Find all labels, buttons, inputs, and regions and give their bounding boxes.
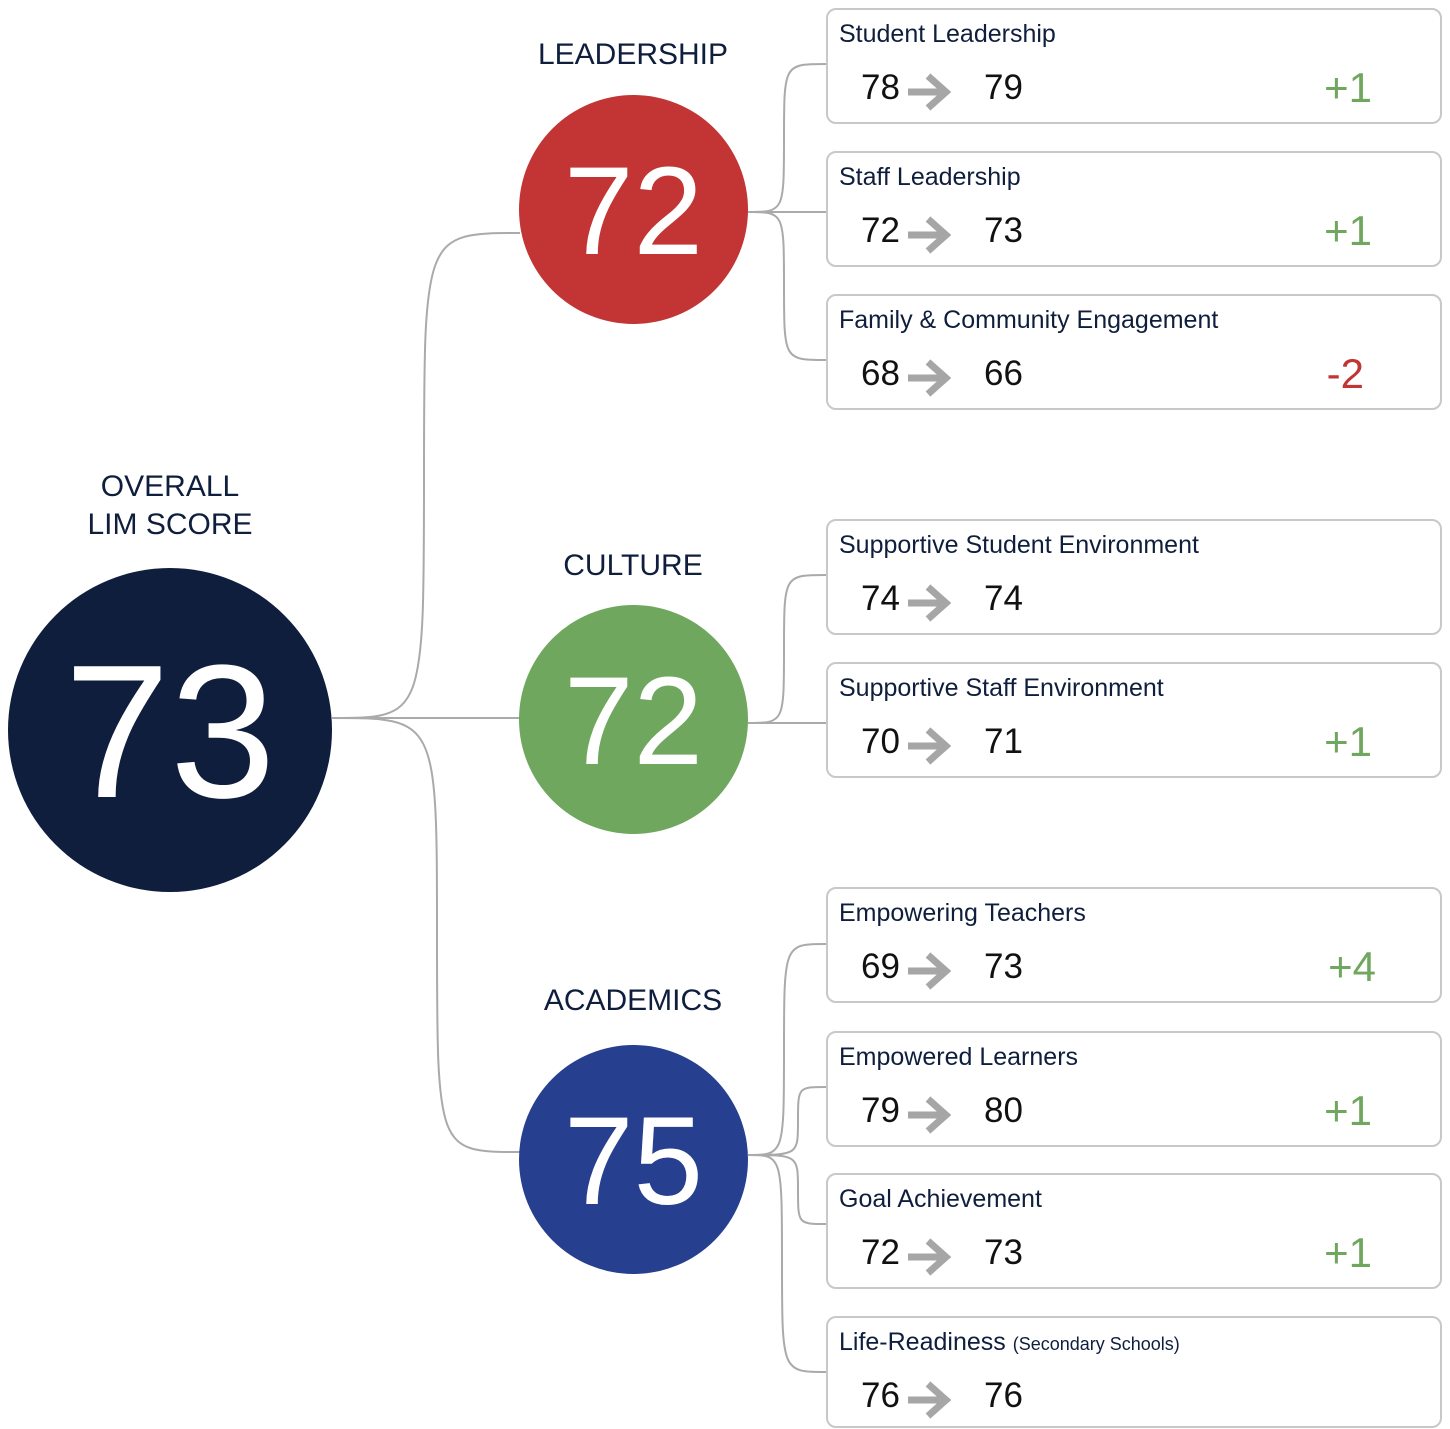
overall-score-circle: 73 bbox=[8, 568, 332, 892]
metric-from-score: 76 bbox=[861, 1376, 900, 1415]
metric-from-score: 79 bbox=[861, 1091, 900, 1130]
overall-score: 73 bbox=[64, 626, 276, 838]
metric-from-score: 69 bbox=[861, 947, 900, 986]
metric-title: Family & Community Engagement bbox=[839, 306, 1218, 335]
metric-title-note: (Secondary Schools) bbox=[1012, 1334, 1180, 1354]
metric-from-score: 78 bbox=[861, 68, 900, 107]
metric-change: +1 bbox=[1324, 64, 1372, 111]
connector-overall-leadership bbox=[331, 232, 521, 719]
arrow-right-icon bbox=[908, 1238, 952, 1276]
metric-from-score: 72 bbox=[861, 1233, 900, 1272]
arrow-right-icon bbox=[908, 73, 952, 111]
metric-title-text: Empowering Teachers bbox=[839, 899, 1086, 927]
metric-card-supportive-staff-environment: Supportive Staff Environment 70 71 +1 bbox=[826, 662, 1442, 778]
overall-label-line1: OVERALL bbox=[100, 470, 240, 503]
metric-to-score: 73 bbox=[984, 947, 1023, 986]
arrow-right-icon bbox=[908, 1381, 952, 1419]
connector-academics-metric bbox=[747, 1154, 827, 1225]
metric-title: Supportive Student Environment bbox=[839, 531, 1199, 560]
culture-score: 72 bbox=[563, 652, 704, 791]
metric-to-score: 80 bbox=[984, 1091, 1023, 1130]
connector-overall-academics bbox=[331, 717, 521, 1153]
metric-from-score: 72 bbox=[861, 211, 900, 250]
metric-card-empowering-teachers: Empowering Teachers 69 73 +4 bbox=[826, 887, 1442, 1003]
metric-card-family-community-engagement: Family & Community Engagement 68 66 -2 bbox=[826, 294, 1442, 410]
metric-title-text: Staff Leadership bbox=[839, 163, 1021, 191]
metric-to-score: 73 bbox=[984, 1233, 1023, 1272]
connector-academics-metric bbox=[747, 943, 827, 1156]
academics-score-circle: 75 bbox=[519, 1045, 748, 1274]
arrow-right-icon bbox=[908, 359, 952, 397]
metric-to-score: 71 bbox=[984, 722, 1023, 761]
metric-from-score: 70 bbox=[861, 722, 900, 761]
arrow-right-icon bbox=[908, 584, 952, 622]
metric-to-score: 66 bbox=[984, 354, 1023, 393]
metric-change: +1 bbox=[1324, 207, 1372, 254]
category-label-culture: CULTURE bbox=[563, 549, 703, 582]
metric-to-score: 76 bbox=[984, 1376, 1023, 1415]
metric-card-student-leadership: Student Leadership 78 79 +1 bbox=[826, 8, 1442, 124]
category-label-academics: ACADEMICS bbox=[543, 984, 723, 1017]
arrow-right-icon bbox=[908, 727, 952, 765]
metric-card-goal-achievement: Goal Achievement 72 73 +1 bbox=[826, 1173, 1442, 1289]
metric-title: Staff Leadership bbox=[839, 163, 1021, 192]
metric-title-text: Supportive Staff Environment bbox=[839, 674, 1164, 702]
metric-to-score: 73 bbox=[984, 211, 1023, 250]
metric-title: Empowering Teachers bbox=[839, 899, 1086, 928]
metric-from-score: 68 bbox=[861, 354, 900, 393]
academics-score: 75 bbox=[563, 1092, 704, 1231]
connector-academics-metric bbox=[747, 1154, 827, 1373]
metric-change: +1 bbox=[1324, 718, 1372, 765]
overall-label: OVERALL LIM SCORE bbox=[40, 468, 300, 544]
metric-title: Supportive Staff Environment bbox=[839, 674, 1164, 703]
metric-title-text: Empowered Learners bbox=[839, 1043, 1079, 1071]
metric-title-text: Supportive Student Environment bbox=[839, 531, 1199, 559]
metric-title-text: Family & Community Engagement bbox=[839, 306, 1219, 334]
metric-to-score: 79 bbox=[984, 68, 1023, 107]
connector-leadership-metric bbox=[747, 63, 827, 213]
metric-title: Empowered Learners bbox=[839, 1043, 1078, 1072]
metric-change: +1 bbox=[1324, 1087, 1372, 1134]
leadership-score: 72 bbox=[563, 142, 704, 281]
connector-culture-metric bbox=[747, 574, 827, 724]
metric-card-staff-leadership: Staff Leadership 72 73 +1 bbox=[826, 151, 1442, 267]
connector-leadership-metric bbox=[747, 211, 827, 361]
arrow-right-icon bbox=[908, 1096, 952, 1134]
metric-change: -2 bbox=[1326, 350, 1364, 397]
metric-to-score: 74 bbox=[984, 579, 1023, 618]
metric-card-life-readiness: Life-Readiness (Secondary Schools) 76 76 bbox=[826, 1316, 1442, 1428]
overall-label-line2: LIM SCORE bbox=[87, 508, 253, 541]
culture-score-circle: 72 bbox=[519, 605, 748, 834]
metric-card-supportive-student-environment: Supportive Student Environment 74 74 bbox=[826, 519, 1442, 635]
metric-title-text: Student Leadership bbox=[839, 20, 1056, 48]
arrow-right-icon bbox=[908, 216, 952, 254]
metric-card-empowered-learners: Empowered Learners 79 80 +1 bbox=[826, 1031, 1442, 1147]
metric-change: +1 bbox=[1324, 1229, 1372, 1276]
connector-academics-metric bbox=[747, 1086, 827, 1156]
metric-title: Goal Achievement bbox=[839, 1185, 1042, 1214]
metric-title: Student Leadership bbox=[839, 20, 1056, 49]
leadership-score-circle: 72 bbox=[519, 95, 748, 324]
metric-title: Life-Readiness (Secondary Schools) bbox=[839, 1328, 1180, 1357]
metric-title-text: Goal Achievement bbox=[839, 1185, 1042, 1213]
metric-change: +4 bbox=[1328, 943, 1376, 990]
arrow-right-icon bbox=[908, 952, 952, 990]
metric-from-score: 74 bbox=[861, 579, 900, 618]
metric-title-text: Life-Readiness bbox=[839, 1328, 1006, 1356]
category-label-leadership: LEADERSHIP bbox=[537, 38, 729, 71]
